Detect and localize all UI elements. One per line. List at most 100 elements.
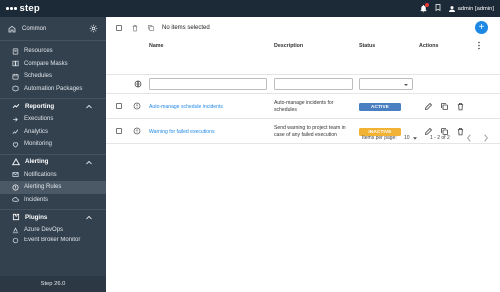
version-footer: Step 26.0: [0, 276, 106, 292]
azure-icon: [12, 227, 19, 233]
sidebar-item-executions[interactable]: Executions: [0, 113, 106, 126]
rule-description: Auto-manage incidents for schedules: [274, 100, 334, 113]
sidebar-item-label: Automation Packages: [24, 85, 83, 92]
sidebar-item-incidents[interactable]: Incidents: [0, 194, 106, 207]
sidebar-item-label: Incidents: [24, 196, 49, 203]
sidebar-item-resources[interactable]: Resources: [0, 45, 106, 58]
main-content: No items selected + Name Description Sta…: [106, 17, 500, 292]
sidebar-item-label: Compare Masks: [24, 60, 68, 67]
delete-icon[interactable]: [456, 102, 465, 111]
more-options-icon[interactable]: [476, 41, 482, 52]
chevron-up-icon: [86, 215, 92, 220]
sidebar-item-schedules[interactable]: Schedules: [0, 70, 106, 83]
sidebar-item-label: Executions: [24, 116, 54, 123]
notification-badge: [424, 3, 429, 7]
alert-rule-icon: [133, 102, 141, 112]
sidebar-item-azure-devops[interactable]: Azure DevOps: [0, 224, 106, 237]
page-range: 1 - 2 of 2: [430, 135, 450, 141]
context-label: Common: [22, 25, 47, 32]
section-label: Alerting: [25, 158, 49, 165]
paginator: Items per page: 10 1 - 2 of 2: [340, 133, 500, 147]
column-header-status[interactable]: Status: [359, 43, 375, 49]
chevron-up-icon: [86, 160, 92, 164]
analytics-icon: [12, 129, 19, 135]
notifications-bell-icon[interactable]: [419, 3, 429, 13]
logo-dots-icon: [6, 7, 17, 10]
page-size-select[interactable]: 10: [404, 134, 420, 142]
sidebar-item-monitoring[interactable]: Monitoring: [0, 138, 106, 151]
gear-icon[interactable]: [89, 24, 98, 35]
user-label: admin [admin]: [457, 5, 494, 12]
sidebar-item-compare-masks[interactable]: Compare Masks: [0, 58, 106, 71]
bookmark-icon[interactable]: [434, 3, 442, 14]
sidebar-item-notifications[interactable]: Notifications: [0, 169, 106, 182]
description-filter-input[interactable]: [274, 78, 353, 90]
page-size-value: 10: [404, 135, 410, 141]
sidebar-item-label: Schedules: [24, 73, 53, 80]
add-rule-button[interactable]: +: [475, 21, 488, 34]
filter-row: [106, 74, 500, 94]
monitoring-icon: [12, 142, 19, 148]
sidebar-section-reporting[interactable]: Reporting: [0, 98, 106, 113]
chevron-up-icon: [86, 104, 92, 109]
context-selector[interactable]: Common: [0, 17, 106, 41]
previous-page-icon[interactable]: [466, 134, 472, 144]
table-toolbar: No items selected +: [106, 17, 500, 39]
executions-icon: [13, 117, 18, 122]
alerting-rules-icon: [12, 184, 19, 191]
sidebar-item-label: Notifications: [24, 171, 57, 178]
incidents-icon: [12, 197, 19, 202]
compare-icon: [12, 61, 19, 67]
sidebar-item-analytics[interactable]: Analytics: [0, 126, 106, 139]
sidebar-item-label: Resources: [24, 48, 53, 55]
version-label: Step 26.0: [40, 281, 66, 287]
column-header-name[interactable]: Name: [149, 43, 163, 49]
sidebar-item-label: Azure DevOps: [24, 227, 64, 234]
package-icon: [12, 85, 19, 92]
section-label: Reporting: [25, 102, 55, 110]
sidebar-section-plugins[interactable]: Plugins: [0, 209, 106, 224]
home-icon: [8, 25, 16, 32]
status-badge[interactable]: ACTIVE: [359, 103, 401, 111]
alert-rule-icon: [133, 127, 141, 137]
reporting-icon: [12, 104, 20, 108]
duplicate-icon[interactable]: [147, 24, 155, 34]
globe-icon: [134, 80, 142, 90]
sidebar-item-automation-packages[interactable]: Automation Packages: [0, 83, 106, 96]
select-all-checkbox[interactable]: [116, 25, 122, 31]
rule-name-link[interactable]: Warning for failed executions: [149, 129, 215, 135]
edit-icon[interactable]: [424, 102, 433, 111]
schedule-icon: [12, 73, 19, 80]
sidebar-section-alerting[interactable]: Alerting: [0, 153, 106, 169]
step-logo[interactable]: step: [6, 3, 40, 14]
row-checkbox[interactable]: [116, 103, 122, 109]
row-checkbox[interactable]: [116, 128, 122, 134]
column-header-actions: Actions: [419, 43, 439, 49]
next-page-icon[interactable]: [483, 134, 489, 144]
user-menu[interactable]: admin [admin]: [448, 5, 494, 13]
event-icon: [12, 237, 19, 243]
items-per-page-label: Items per page:: [362, 135, 397, 141]
alerting-icon: [12, 157, 20, 165]
sidebar-item-label: Event Broker Monitor: [24, 236, 81, 243]
plugins-icon: [12, 213, 20, 221]
sidebar-item-label: Alerting Rules: [24, 184, 62, 191]
top-bar: step admin [admin]: [0, 0, 500, 17]
column-header-description[interactable]: Description: [274, 43, 303, 49]
mail-icon: [12, 172, 19, 178]
name-filter-input[interactable]: [149, 78, 267, 90]
sidebar-item-label: Monitoring: [24, 141, 53, 148]
resources-icon: [12, 48, 19, 55]
section-label: Plugins: [25, 213, 48, 221]
selection-status: No items selected: [162, 25, 210, 31]
sidebar-item-event-broker-monitor[interactable]: Event Broker Monitor: [0, 237, 106, 244]
sidebar-item-alerting-rules[interactable]: Alerting Rules: [0, 181, 106, 194]
table-row[interactable]: Auto-manage schedule incidents Auto-mana…: [106, 94, 500, 119]
duplicate-icon[interactable]: [440, 102, 449, 111]
logo-text: step: [19, 3, 40, 14]
account-icon: [448, 5, 455, 12]
delete-icon[interactable]: [131, 24, 139, 34]
status-filter-select[interactable]: [359, 78, 413, 90]
sidebar: Common Resources Compare Masks Schedules…: [0, 17, 106, 292]
rule-name-link[interactable]: Auto-manage schedule incidents: [149, 104, 223, 110]
